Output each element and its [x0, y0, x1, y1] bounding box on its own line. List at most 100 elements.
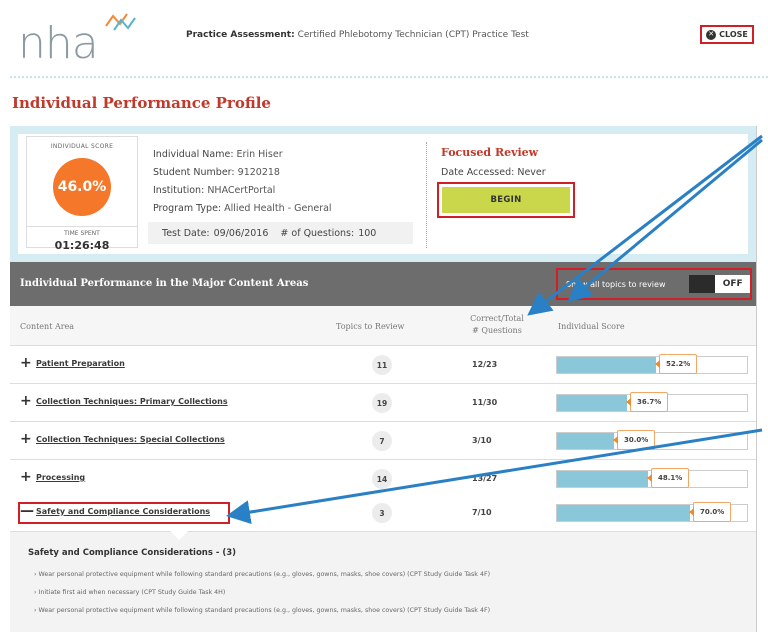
test-info-bar: Test Date: 09/06/2016 # of Questions: 10… [148, 222, 413, 244]
focused-review: Focused Review Date Accessed: Never BEGI… [426, 142, 744, 248]
begin-button[interactable]: BEGIN [442, 187, 570, 213]
student-info: Individual Name: Erin Hiser Student Numb… [153, 146, 413, 218]
score-circle: 46.0% [53, 158, 111, 216]
major-content-header: Individual Performance in the Major Cont… [10, 262, 756, 306]
score-label: INDIVIDUAL SCORE [50, 143, 114, 150]
correct-ratio: 11/30 [472, 398, 498, 407]
topic-link[interactable]: Safety and Compliance Considerations [36, 507, 210, 516]
score-fill [557, 395, 627, 411]
table-row: + Patient Preparation 11 12/23 52.2% [10, 346, 756, 384]
summary-inner: INDIVIDUAL SCORE 46.0% TIME SPENT 01:26:… [18, 134, 748, 254]
score-bar: 70.0% [556, 502, 748, 522]
topics-count: 14 [372, 469, 392, 489]
table-row: — Safety and Compliance Considerations 3… [10, 494, 756, 532]
score-fill [557, 505, 690, 521]
score-bar: 52.2% [556, 354, 748, 374]
expand-icon[interactable]: + [20, 356, 32, 370]
practice-label: Practice Assessment: [186, 30, 295, 40]
expand-icon[interactable]: + [20, 470, 32, 484]
topic-link[interactable]: Patient Preparation [36, 359, 125, 368]
program-value: Allied Health - General [224, 203, 332, 214]
topic-link[interactable]: Collection Techniques: Special Collectio… [36, 435, 225, 444]
correct-ratio: 3/10 [472, 436, 492, 445]
questions-key: # of Questions: [280, 227, 355, 239]
name-value: Erin Hiser [236, 149, 283, 160]
nha-logo[interactable]: nha [18, 12, 158, 69]
time-value: 01:26:48 [54, 239, 110, 252]
score-pct: 30.0% [612, 430, 656, 450]
date-accessed-key: Date Accessed: [441, 167, 515, 178]
test-date-value: 09/06/2016 [213, 227, 269, 239]
toggle-state: OFF [722, 279, 743, 289]
col-correct-2: # Questions [472, 326, 522, 335]
table-row: + Collection Techniques: Special Collect… [10, 422, 756, 460]
score-pct: 48.1% [646, 468, 690, 488]
app-header: nha Practice Assessment: Certified Phleb… [0, 0, 768, 78]
show-topics-toggle[interactable]: OFF [689, 275, 750, 293]
detail-item: Initiate first aid when necessary (CPT S… [34, 584, 490, 602]
score-pct: 36.7% [625, 392, 669, 412]
detail-caret [170, 531, 188, 540]
score-fill [557, 433, 614, 449]
correct-ratio: 12/23 [472, 360, 498, 369]
score-bar: 36.7% [556, 392, 748, 412]
table-row: + Processing 14 13/27 48.1% [10, 460, 756, 498]
student-key: Student Number: [153, 167, 235, 178]
topic-link[interactable]: Collection Techniques: Primary Collectio… [36, 397, 228, 406]
header-divider [10, 76, 768, 78]
score-pct: 52.2% [654, 354, 698, 374]
expand-icon[interactable]: + [20, 394, 32, 408]
topics-count: 11 [372, 355, 392, 375]
date-accessed: Date Accessed: Never [441, 167, 744, 178]
practice-name: Certified Phlebotomy Technician (CPT) Pr… [297, 30, 529, 40]
show-topics-label: Show all topics to review [566, 279, 666, 289]
major-content-title: Individual Performance in the Major Cont… [20, 278, 309, 289]
questions-value: 100 [358, 227, 377, 239]
score-pct: 70.0% [688, 502, 732, 522]
correct-ratio: 7/10 [472, 508, 492, 517]
test-date-key: Test Date: [162, 227, 210, 239]
close-button[interactable]: ✕ CLOSE [700, 25, 754, 44]
topic-detail-panel: Safety and Compliance Considerations - (… [10, 531, 756, 632]
topics-count: 19 [372, 393, 392, 413]
show-topics-highlight: Show all topics to review OFF [556, 268, 752, 300]
detail-item: Wear personal protective equipment while… [34, 566, 491, 584]
student-value: 9120218 [237, 167, 280, 178]
score-fill [557, 471, 648, 487]
begin-highlight: BEGIN [437, 182, 575, 218]
score-bar: 30.0% [556, 430, 748, 450]
col-correct-1: Correct/Total [470, 314, 524, 323]
collapse-icon[interactable]: — [20, 504, 34, 518]
col-content-area: Content Area [20, 322, 75, 331]
topics-count: 7 [372, 431, 392, 451]
logo-text: nha [18, 18, 99, 69]
time-label: TIME SPENT [27, 226, 137, 237]
table-header: Content Area Topics to Review Correct/To… [10, 306, 756, 346]
detail-list: Wear personal protective equipment while… [34, 566, 491, 620]
name-key: Individual Name: [153, 149, 234, 160]
detail-item: Wear personal protective equipment while… [34, 602, 491, 620]
detail-title: Safety and Compliance Considerations - (… [28, 548, 237, 558]
score-column: INDIVIDUAL SCORE 46.0% TIME SPENT 01:26:… [26, 136, 138, 252]
expand-icon[interactable]: + [20, 432, 32, 446]
score-fill [557, 357, 656, 373]
correct-ratio: 13/27 [472, 474, 498, 483]
summary-card: INDIVIDUAL SCORE 46.0% TIME SPENT 01:26:… [10, 126, 756, 262]
page-title: Individual Performance Profile [12, 94, 271, 112]
logo-wave-icon [105, 13, 136, 31]
table-row: + Collection Techniques: Primary Collect… [10, 384, 756, 422]
topic-link[interactable]: Processing [36, 473, 85, 482]
col-topics: Topics to Review [336, 322, 405, 331]
frame-border [756, 126, 757, 632]
toggle-knob [689, 275, 716, 293]
institution-key: Institution: [153, 185, 205, 196]
date-accessed-value: Never [517, 167, 546, 178]
focused-review-title: Focused Review [441, 146, 539, 159]
col-score: Individual Score [558, 322, 625, 331]
practice-assessment-label: Practice Assessment: Certified Phlebotom… [186, 30, 529, 40]
score-bar: 48.1% [556, 468, 748, 488]
topics-count: 3 [372, 503, 392, 523]
program-key: Program Type: [153, 203, 222, 214]
close-icon: ✕ [706, 29, 717, 40]
institution-value: NHACertPortal [207, 185, 276, 196]
